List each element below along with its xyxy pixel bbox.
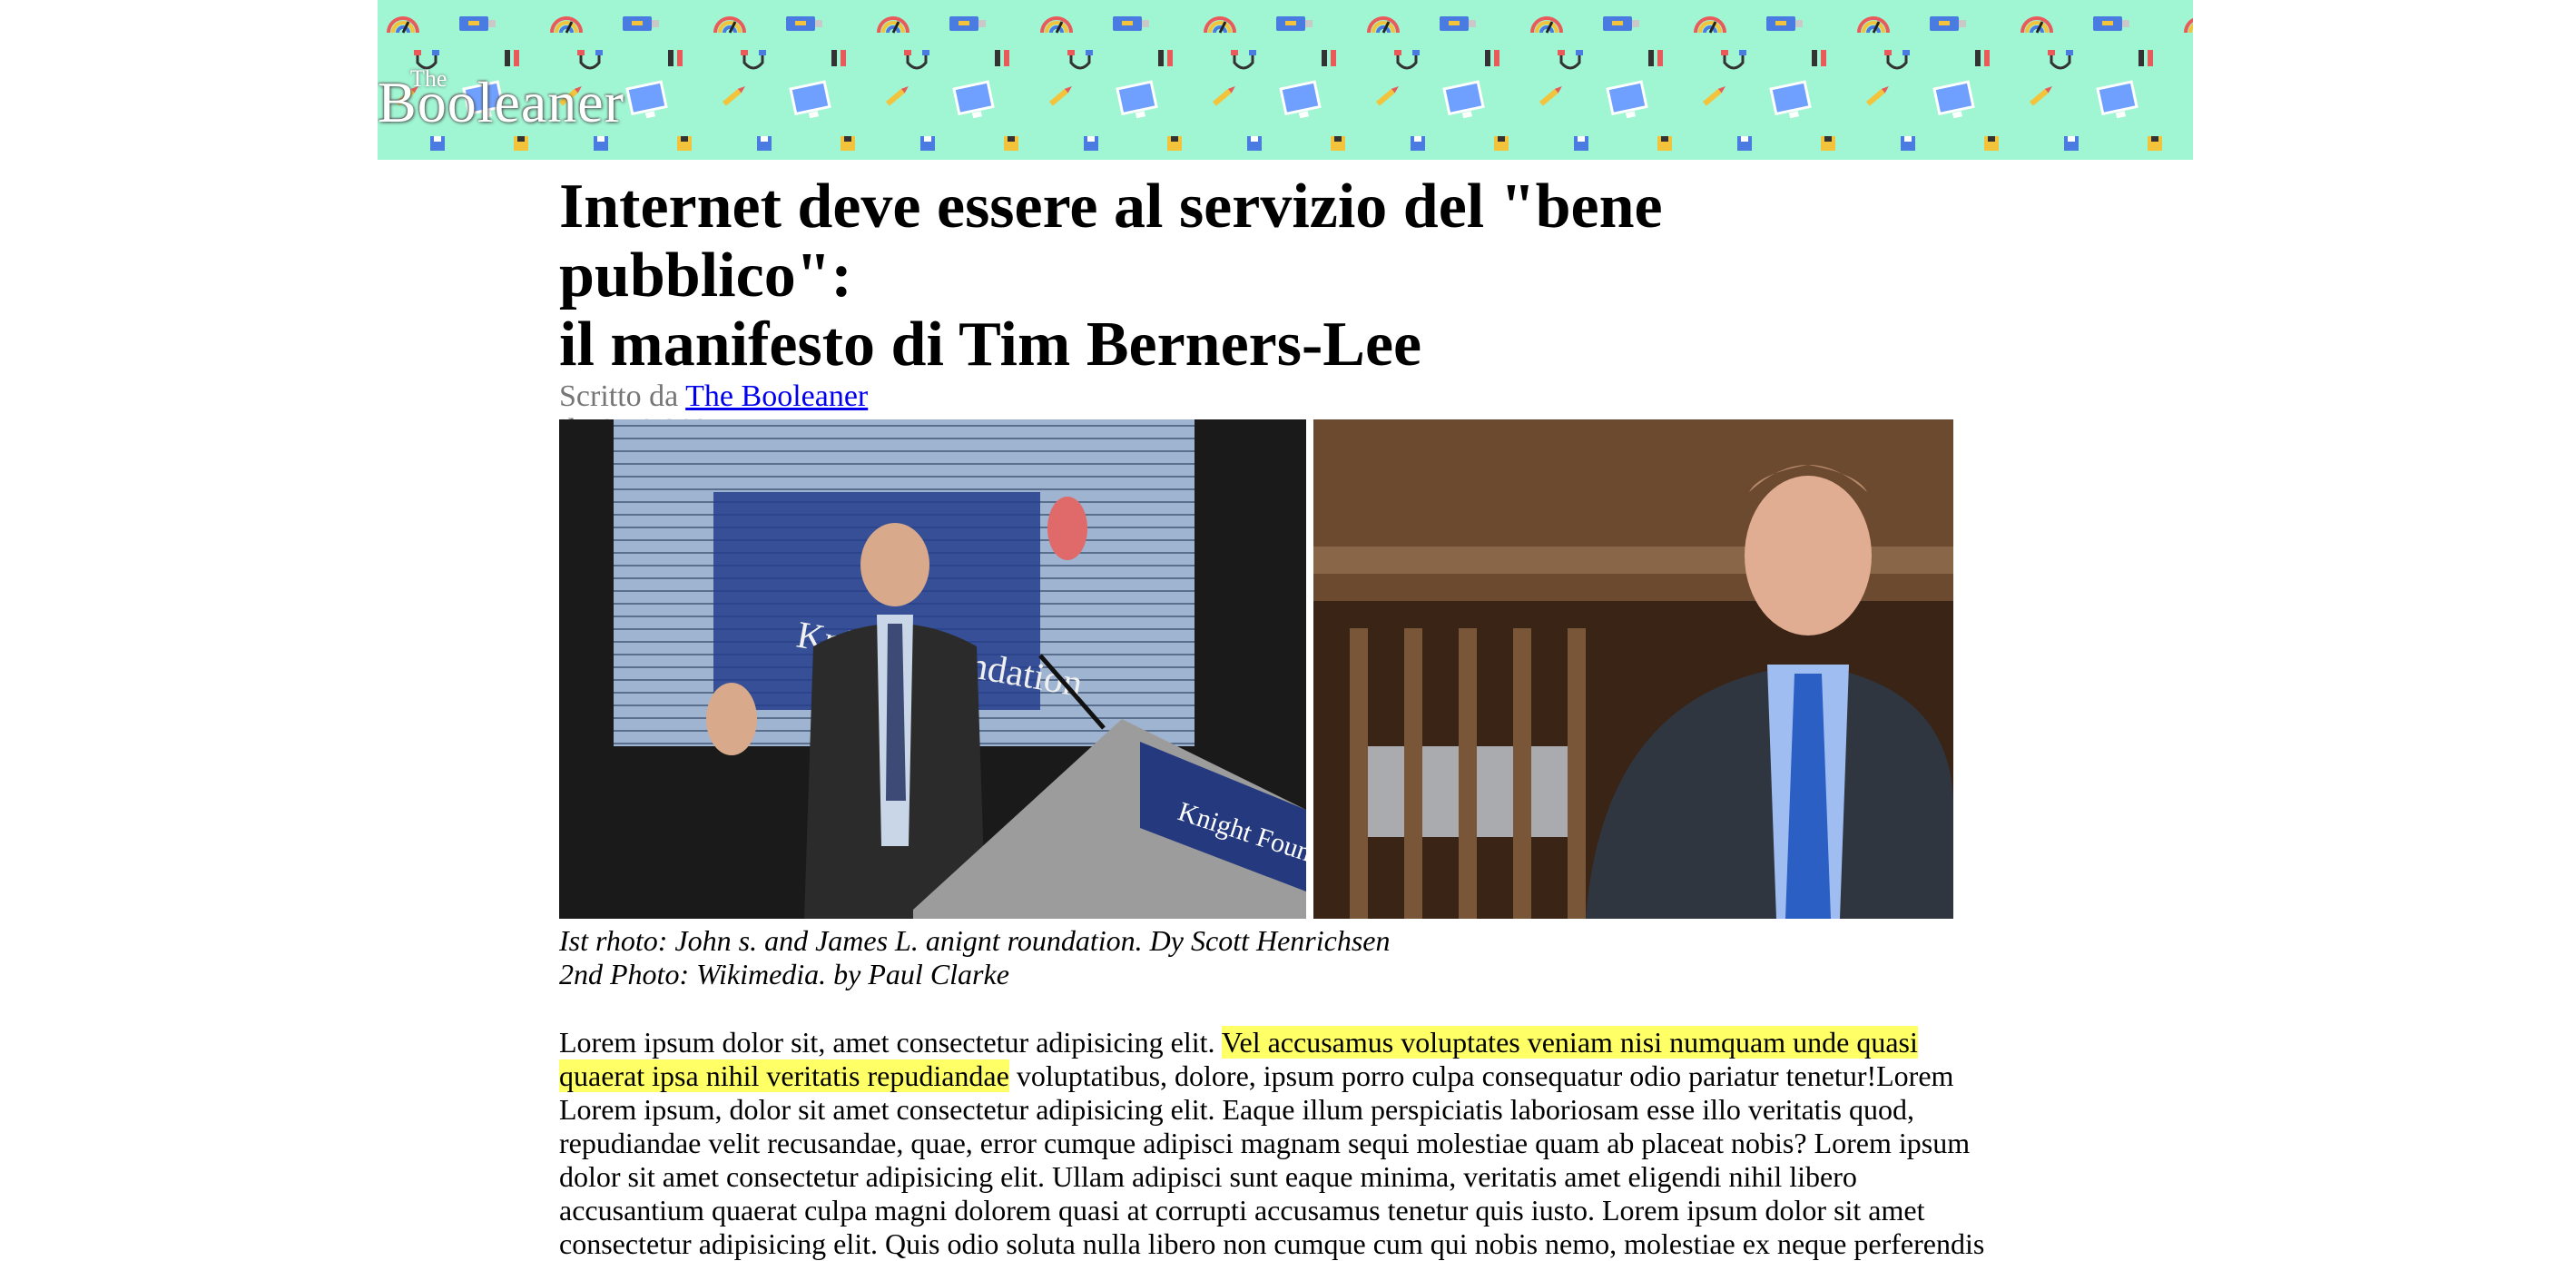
article-body: Lorem ipsum dolor sit, amet consectetur …	[559, 1026, 2002, 1261]
article-title: Internet deve essere al servizio del "be…	[559, 172, 1921, 379]
caption-line1: Ist rhoto: John s. and James L. anignt r…	[559, 924, 1391, 957]
body-lead-text: Lorem ipsum dolor sit, amet consectetur …	[559, 1026, 1222, 1059]
article-byline: Scritto da The Booleaner	[559, 379, 2002, 413]
photo-portrait	[1313, 419, 1953, 919]
byline-prefix: Scritto da	[559, 379, 679, 413]
banner-pattern	[378, 0, 2193, 160]
logo-big-text: Booleaner	[378, 70, 624, 134]
photo-caption: Ist rhoto: John s. and James L. anignt r…	[559, 924, 1390, 991]
photo-speaker-at-podium: Knight Foundation Knight Foundation	[559, 419, 1306, 919]
article-title-line2: il manifesto di Tim Berners-Lee	[559, 310, 1422, 379]
author-link[interactable]: The Booleaner	[685, 379, 868, 413]
caption-line2: 2nd Photo: Wikimedia. by Paul Clarke	[559, 958, 1009, 990]
site-header-banner: The Booleaner	[378, 0, 2193, 160]
article-title-line1: Internet deve essere al servizio del "be…	[559, 172, 1663, 310]
site-logo[interactable]: The Booleaner	[378, 62, 650, 134]
article-header: Internet deve essere al servizio del "be…	[559, 172, 2002, 448]
